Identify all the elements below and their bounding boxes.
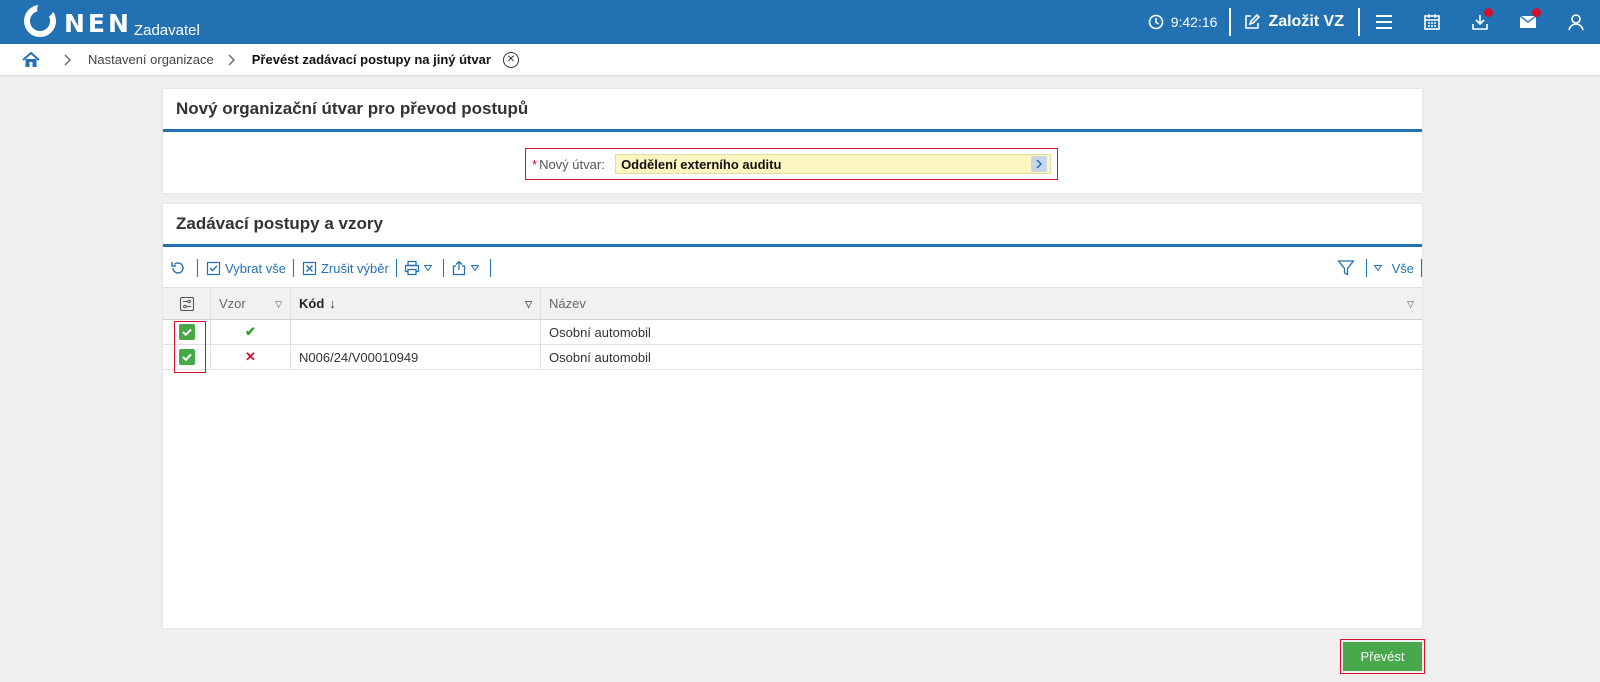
filter-icon bbox=[1336, 260, 1355, 276]
calendar-icon bbox=[1424, 14, 1440, 30]
dropdown-triangle-icon bbox=[1373, 265, 1382, 271]
column-label-nazev: Název bbox=[549, 296, 586, 311]
template-no-icon: ✕ bbox=[245, 349, 256, 364]
edit-icon bbox=[1245, 13, 1261, 29]
select-unit-button[interactable] bbox=[1031, 156, 1048, 172]
cancel-selection-label: Zrušit výběr bbox=[320, 260, 389, 276]
panel-title: Nový organizační útvar pro převod postup… bbox=[163, 89, 1422, 132]
dropdown-triangle-icon bbox=[423, 265, 432, 271]
required-marker: * bbox=[532, 156, 538, 172]
checkmark-icon bbox=[181, 353, 192, 361]
filter-button[interactable] bbox=[1330, 258, 1366, 278]
submit-highlight-frame: Převést bbox=[1340, 639, 1425, 674]
column-header-nazev[interactable]: Název ▽ bbox=[541, 288, 1422, 319]
table-row[interactable]: ✕ N006/24/V00010949 Osobní automobil bbox=[163, 345, 1422, 370]
new-unit-input[interactable]: Oddělení externího auditu bbox=[615, 154, 1052, 174]
divider bbox=[489, 259, 491, 277]
row-checkbox[interactable] bbox=[178, 349, 195, 365]
column-header-vzor[interactable]: Vzor ▽ bbox=[211, 288, 291, 319]
column-filter-icon[interactable]: ▽ bbox=[525, 299, 532, 310]
cell-vzor: ✕ bbox=[211, 345, 291, 369]
filter-all-label: Vše bbox=[1391, 260, 1414, 276]
grid-header: Vzor ▽ Kód ↓ ▽ Název ▽ bbox=[163, 287, 1422, 320]
column-settings-icon bbox=[179, 296, 194, 311]
column-settings-button[interactable] bbox=[163, 288, 211, 319]
column-filter-icon[interactable]: ▽ bbox=[1407, 299, 1414, 310]
procedures-panel: Zadávací postupy a vzory Vybrat vše Zruš… bbox=[163, 204, 1422, 628]
column-label-kod: Kód bbox=[299, 296, 325, 311]
calendar-button[interactable] bbox=[1408, 0, 1456, 44]
panel-title: Zadávací postupy a vzory bbox=[163, 204, 1422, 247]
select-all-label: Vybrat vše bbox=[225, 260, 286, 276]
print-button[interactable] bbox=[397, 258, 443, 278]
new-unit-value: Oddělení externího auditu bbox=[621, 156, 782, 172]
menu-button[interactable] bbox=[1360, 0, 1408, 44]
chevron-right-icon bbox=[1036, 159, 1042, 169]
notification-dot bbox=[1532, 8, 1541, 17]
nen-logo[interactable]: NEN Zadavatel bbox=[24, 5, 200, 39]
user-button[interactable] bbox=[1552, 0, 1600, 44]
close-icon: ✕ bbox=[506, 53, 516, 65]
create-vz-button[interactable]: Založit VZ bbox=[1231, 13, 1358, 31]
column-filter-icon[interactable]: ▽ bbox=[275, 299, 282, 310]
grid-toolbar: Vybrat vše Zrušit výběr Vše bbox=[163, 251, 1422, 285]
cell-nazev: Osobní automobil bbox=[549, 324, 651, 340]
checkmark-icon bbox=[181, 328, 192, 336]
deselect-icon bbox=[302, 261, 317, 276]
column-label-vzor: Vzor bbox=[219, 296, 246, 311]
row-checkbox-cell[interactable] bbox=[163, 345, 211, 369]
export-button[interactable] bbox=[444, 258, 490, 278]
chevron-right-icon bbox=[218, 54, 246, 66]
cell-kod: N006/24/V00010949 bbox=[291, 345, 541, 369]
select-all-icon bbox=[206, 261, 221, 276]
cell-kod bbox=[291, 320, 541, 344]
filter-all-dropdown[interactable]: Vše bbox=[1367, 258, 1421, 278]
clock-icon bbox=[1148, 14, 1164, 30]
procedures-grid: Vzor ▽ Kód ↓ ▽ Název ▽ ✔ Osobní automobi… bbox=[163, 287, 1422, 370]
hamburger-icon bbox=[1376, 15, 1392, 29]
select-all-button[interactable]: Vybrat vše bbox=[198, 258, 293, 278]
template-yes-icon: ✔ bbox=[245, 324, 256, 339]
close-tab-button[interactable]: ✕ bbox=[502, 51, 519, 68]
cell-vzor: ✔ bbox=[211, 320, 291, 344]
logo-subtitle: Zadavatel bbox=[133, 22, 200, 39]
row-checkbox[interactable] bbox=[178, 324, 195, 340]
row-checkbox-cell[interactable] bbox=[163, 320, 211, 344]
refresh-icon bbox=[171, 262, 184, 274]
user-icon bbox=[1568, 14, 1584, 31]
create-vz-label: Založit VZ bbox=[1268, 13, 1344, 30]
column-header-kod[interactable]: Kód ↓ ▽ bbox=[291, 288, 541, 319]
new-unit-panel: Nový organizační útvar pro převod postup… bbox=[163, 89, 1422, 193]
printer-icon bbox=[404, 260, 419, 276]
logo-text: NEN bbox=[64, 9, 132, 38]
mail-icon bbox=[1519, 15, 1537, 28]
new-unit-label: Nový útvar: bbox=[539, 156, 605, 172]
time-text: 9:42:16 bbox=[1170, 14, 1218, 30]
new-unit-field: * Nový útvar: Oddělení externího auditu bbox=[525, 148, 1058, 180]
top-bar: NEN Zadavatel 9:42:16 Založit VZ bbox=[0, 0, 1600, 44]
export-icon bbox=[452, 260, 465, 276]
transfer-button[interactable]: Převést bbox=[1343, 642, 1422, 671]
home-icon bbox=[22, 51, 40, 67]
breadcrumb: Nastavení organizace Převést zadávací po… bbox=[0, 44, 1600, 76]
cell-nazev: Osobní automobil bbox=[549, 349, 651, 365]
logo-ring-icon bbox=[24, 5, 56, 37]
cancel-selection-button[interactable]: Zrušit výběr bbox=[294, 258, 396, 278]
refresh-button[interactable] bbox=[163, 258, 197, 278]
breadcrumb-current: Převést zadávací postupy na jiný útvar bbox=[251, 52, 491, 67]
sort-desc-icon: ↓ bbox=[329, 296, 336, 311]
messages-button[interactable] bbox=[1504, 0, 1552, 44]
notification-dot bbox=[1484, 8, 1493, 17]
session-timer: 9:42:16 bbox=[1148, 14, 1230, 30]
dropdown-triangle-icon bbox=[470, 265, 479, 271]
chevron-right-icon bbox=[54, 54, 82, 66]
table-row[interactable]: ✔ Osobní automobil bbox=[163, 320, 1422, 345]
breadcrumb-item-organization-settings[interactable]: Nastavení organizace bbox=[88, 52, 214, 67]
divider bbox=[1421, 259, 1422, 277]
downloads-button[interactable] bbox=[1456, 0, 1504, 44]
